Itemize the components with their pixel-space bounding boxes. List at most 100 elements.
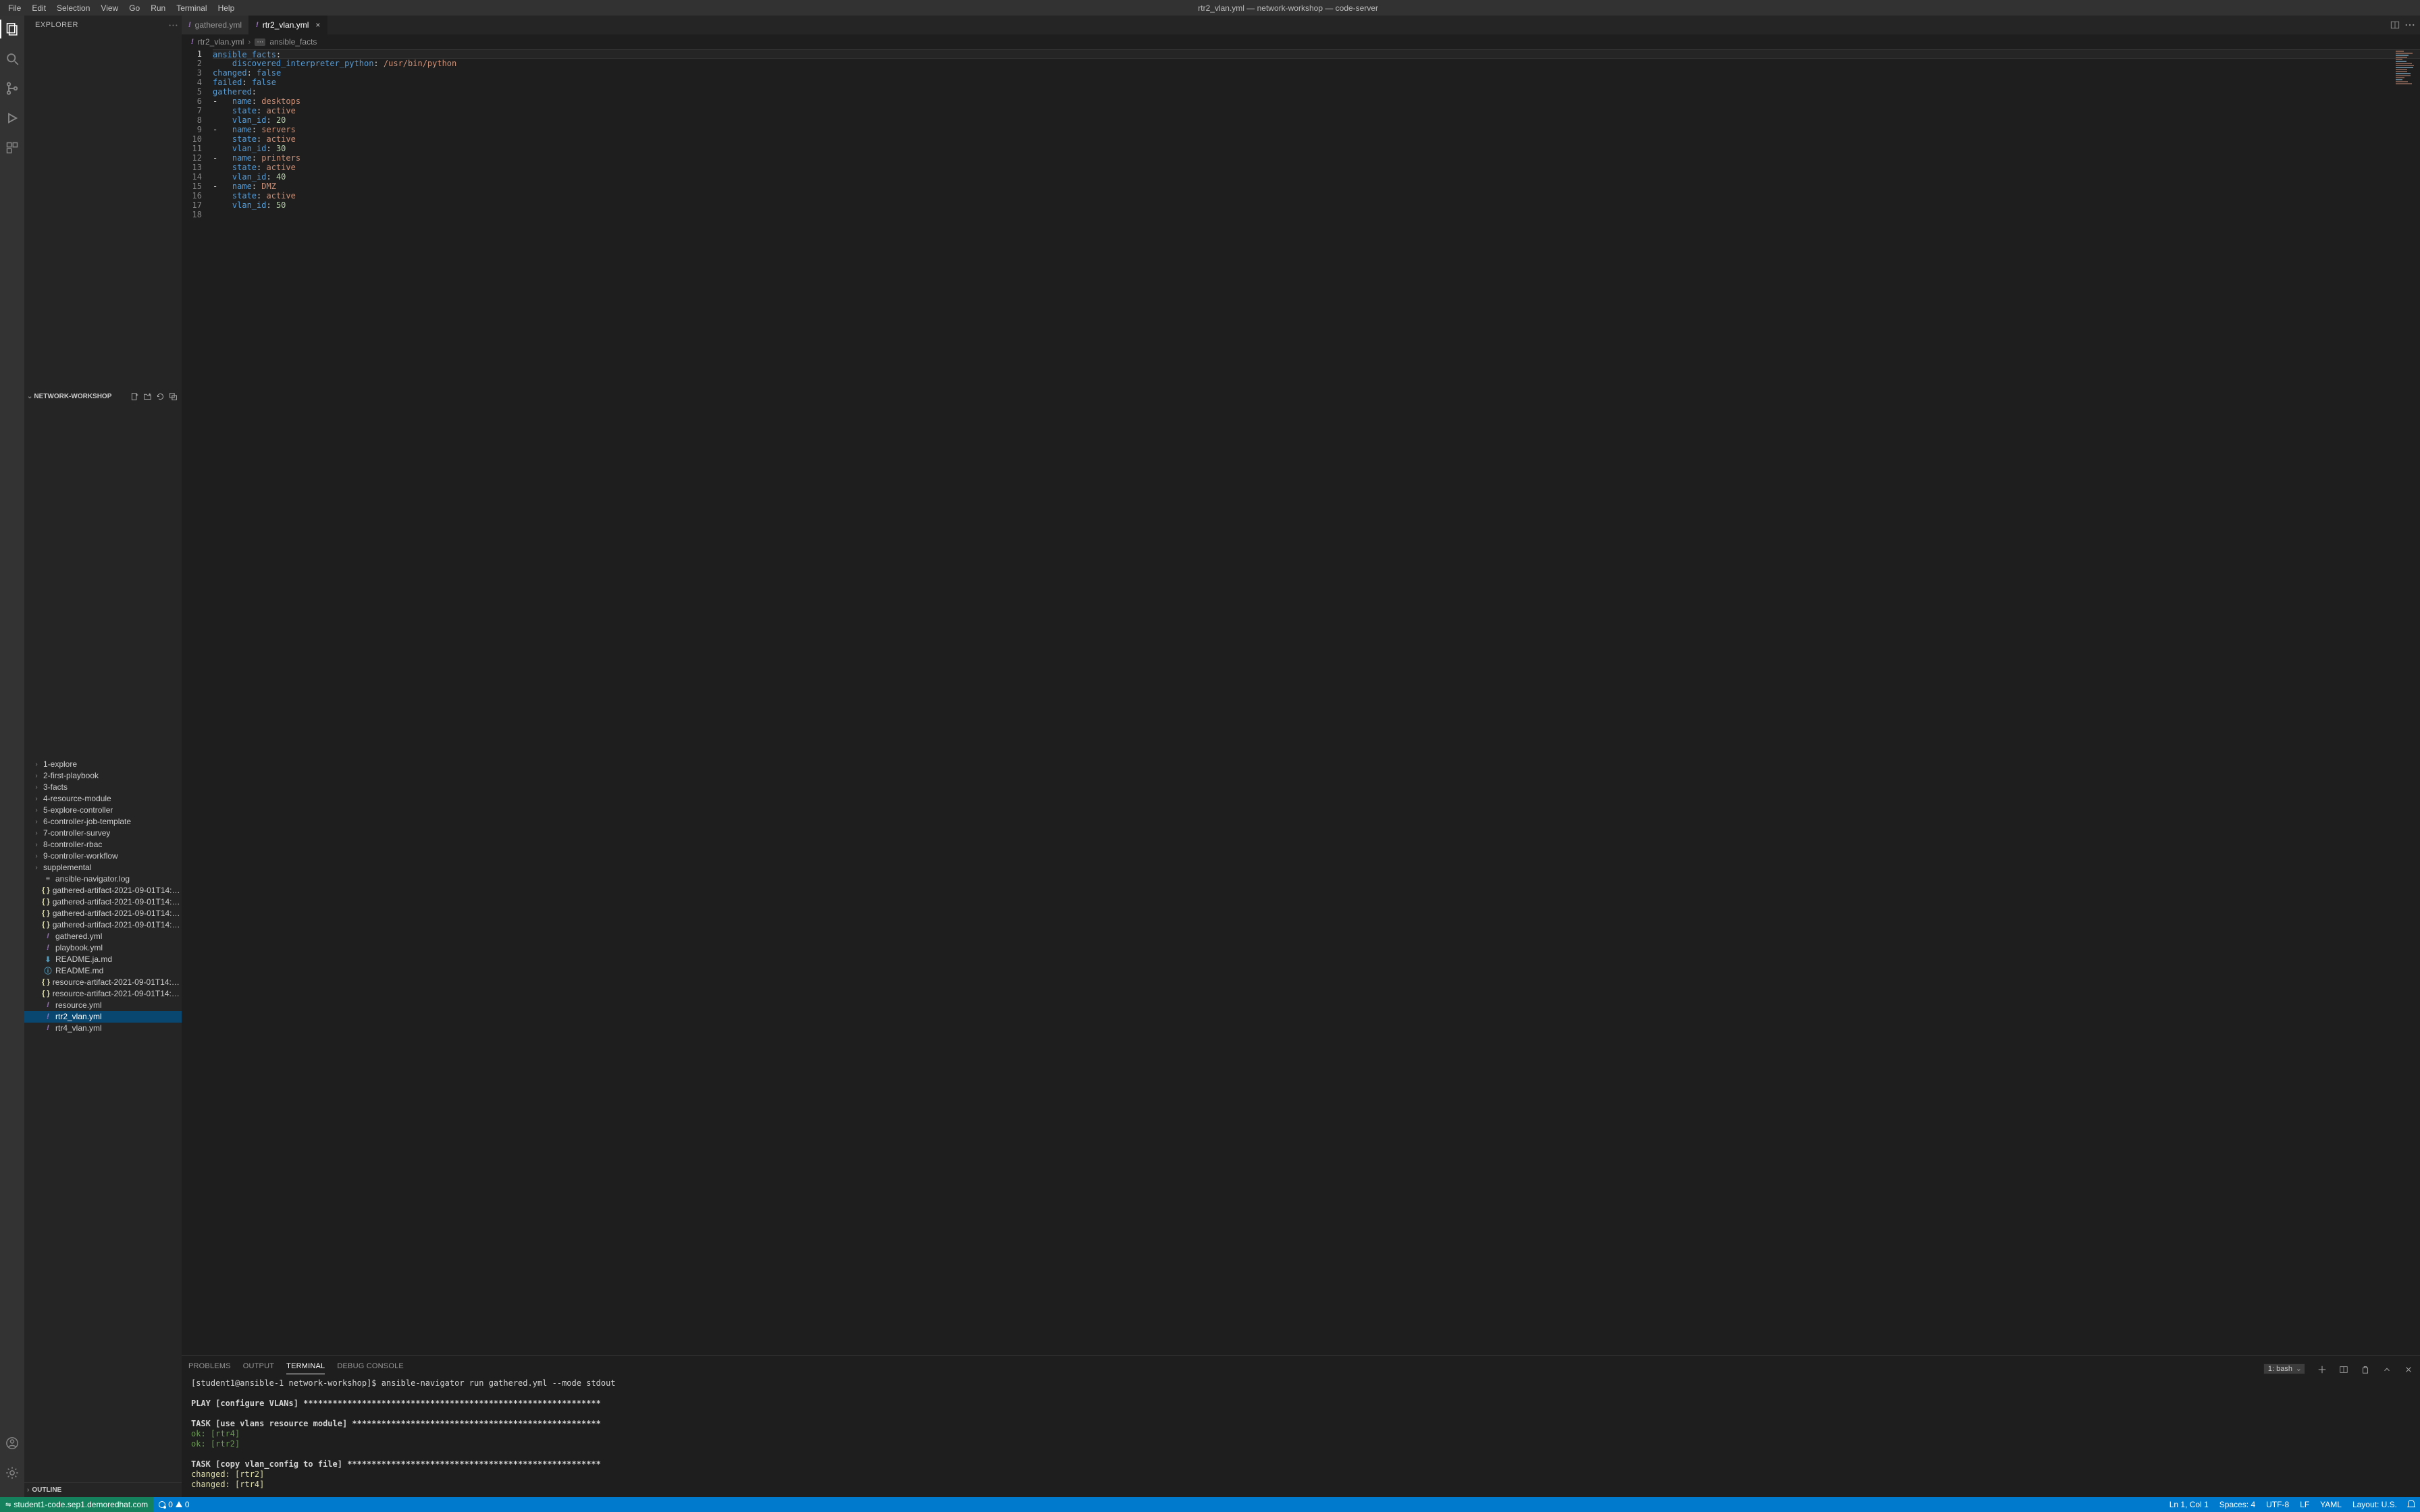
term-play: PLAY [configure VLANs] *****************… — [191, 1399, 2411, 1409]
kill-terminal-icon[interactable] — [2361, 1365, 2370, 1374]
folder-item[interactable]: ›2-first-playbook — [24, 770, 182, 782]
layout-button[interactable]: Layout: U.S. — [2347, 1500, 2402, 1509]
problems-button[interactable]: 0 0 — [153, 1497, 194, 1512]
menu-view[interactable]: View — [95, 3, 124, 13]
folder-item[interactable]: ›4-resource-module — [24, 793, 182, 805]
encoding-button[interactable]: UTF-8 — [2261, 1500, 2294, 1509]
folder-item[interactable]: ›supplemental — [24, 862, 182, 873]
explorer-icon[interactable] — [5, 22, 19, 36]
outline-title: OUTLINE — [32, 1486, 61, 1494]
file-item[interactable]: ≡ansible-navigator.log — [24, 873, 182, 885]
menu-run[interactable]: Run — [145, 3, 171, 13]
close-icon[interactable]: × — [313, 20, 320, 30]
new-folder-icon[interactable] — [143, 392, 152, 401]
file-item[interactable]: !rtr2_vlan.yml — [24, 1011, 182, 1023]
collapse-icon[interactable] — [169, 392, 178, 401]
debug-icon[interactable] — [5, 111, 19, 125]
breadcrumbs[interactable]: ! rtr2_vlan.yml › ⋯ ansible_facts — [182, 34, 2420, 49]
folder-section-header[interactable]: ⌄ NETWORK-WORKSHOP — [24, 34, 182, 759]
terminal[interactable]: [student1@ansible-1 network-workshop]$ a… — [182, 1374, 2420, 1497]
code-editor[interactable]: 123456789101112131415161718 ansible_fact… — [182, 49, 2420, 1355]
gear-icon[interactable] — [5, 1466, 19, 1480]
panel-tab-problems[interactable]: PROBLEMS — [188, 1362, 231, 1374]
editor-tabs: !gathered.yml!rtr2_vlan.yml× — [182, 16, 2420, 34]
menu-terminal[interactable]: Terminal — [171, 3, 212, 13]
menubar: FileEditSelectionViewGoRunTerminalHelp r… — [0, 0, 2420, 16]
indent-button[interactable]: Spaces: 4 — [2214, 1500, 2261, 1509]
file-item[interactable]: { }resource-artifact-2021-09-01T14:03:39… — [24, 977, 182, 988]
folder-item[interactable]: ›5-explore-controller — [24, 805, 182, 816]
split-terminal-icon[interactable] — [2339, 1365, 2348, 1374]
remote-icon: ⇋ — [5, 1501, 11, 1509]
folder-item[interactable]: ›1-explore — [24, 759, 182, 770]
editor-tab[interactable]: !gathered.yml — [182, 16, 249, 34]
explorer-title: EXPLORER — [35, 21, 78, 29]
json-file-icon: { } — [42, 909, 50, 917]
file-item[interactable]: { }gathered-artifact-2021-09-01T14:28:28… — [24, 885, 182, 896]
file-item[interactable]: ⓘREADME.md — [24, 965, 182, 977]
file-item[interactable]: !gathered.yml — [24, 931, 182, 942]
file-item[interactable]: !resource.yml — [24, 1000, 182, 1011]
menu-go[interactable]: Go — [124, 3, 145, 13]
editor-tab[interactable]: !rtr2_vlan.yml× — [249, 16, 327, 34]
notifications-button[interactable] — [2402, 1500, 2420, 1507]
extensions-icon[interactable] — [5, 141, 19, 155]
new-file-icon[interactable] — [130, 392, 139, 401]
file-item[interactable]: { }gathered-artifact-2021-09-01T14:30:09… — [24, 919, 182, 931]
scm-icon[interactable] — [5, 82, 19, 95]
panel-maximize-icon[interactable] — [2382, 1365, 2392, 1374]
folder-item[interactable]: ›6-controller-job-template — [24, 816, 182, 828]
yaml-file-icon: ! — [191, 38, 194, 46]
term-changed: changed: [rtr2] — [191, 1469, 2411, 1480]
panel-tab-debug-console[interactable]: DEBUG CONSOLE — [337, 1362, 404, 1374]
folder-item[interactable]: ›9-controller-workflow — [24, 850, 182, 862]
new-terminal-icon[interactable] — [2317, 1365, 2327, 1374]
more-icon[interactable] — [2405, 20, 2415, 30]
remote-host-button[interactable]: ⇋ student1-code.sep1.demoredhat.com — [0, 1497, 153, 1512]
menu-selection[interactable]: Selection — [51, 3, 95, 13]
split-editor-icon[interactable] — [2390, 20, 2400, 30]
panel-close-icon[interactable] — [2404, 1365, 2413, 1374]
outline-section-header[interactable]: › OUTLINE — [24, 1482, 182, 1497]
file-item[interactable]: !playbook.yml — [24, 942, 182, 954]
json-file-icon: { } — [42, 990, 50, 998]
folder-item[interactable]: ›3-facts — [24, 782, 182, 793]
chevron-right-icon: › — [32, 772, 41, 780]
term-ok: ok: [rtr2] — [191, 1439, 2411, 1449]
yaml-file-icon: ! — [43, 944, 53, 952]
minimap[interactable] — [2396, 51, 2420, 85]
file-item[interactable]: { }gathered-artifact-2021-09-01T14:28:50… — [24, 896, 182, 908]
folder-item[interactable]: ›7-controller-survey — [24, 828, 182, 839]
panel-tab-terminal[interactable]: TERMINAL — [286, 1362, 325, 1374]
file-item[interactable]: { }resource-artifact-2021-09-01T14:04:02… — [24, 988, 182, 1000]
file-item[interactable]: !rtr4_vlan.yml — [24, 1023, 182, 1034]
chevron-right-icon: › — [32, 795, 41, 803]
account-icon[interactable] — [5, 1436, 19, 1450]
status-bar: ⇋ student1-code.sep1.demoredhat.com 0 0 … — [0, 1497, 2420, 1512]
breadcrumb-symbol: ansible_facts — [269, 37, 317, 47]
menu-help[interactable]: Help — [213, 3, 240, 13]
yaml-file-icon: ! — [256, 21, 259, 29]
eol-button[interactable]: LF — [2294, 1500, 2315, 1509]
cursor-position-button[interactable]: Ln 1, Col 1 — [2164, 1500, 2214, 1509]
yaml-file-icon: ! — [188, 21, 191, 29]
menu-file[interactable]: File — [3, 3, 26, 13]
menu-edit[interactable]: Edit — [26, 3, 51, 13]
chevron-right-icon: › — [32, 853, 41, 860]
language-button[interactable]: YAML — [2315, 1500, 2347, 1509]
json-file-icon: { } — [42, 921, 50, 929]
window-title: rtr2_vlan.yml — network-workshop — code-… — [240, 3, 2336, 13]
chevron-right-icon: › — [32, 830, 41, 837]
activity-bar — [0, 16, 24, 1497]
more-icon[interactable] — [169, 21, 178, 30]
panel-tab-output[interactable]: OUTPUT — [243, 1362, 274, 1374]
error-icon — [159, 1501, 165, 1508]
folder-item[interactable]: ›8-controller-rbac — [24, 839, 182, 850]
refresh-icon[interactable] — [156, 392, 165, 401]
search-icon[interactable] — [5, 52, 19, 65]
file-item[interactable]: { }gathered-artifact-2021-09-01T14:29:19… — [24, 908, 182, 919]
remote-host: student1-code.sep1.demoredhat.com — [14, 1500, 148, 1509]
terminal-picker[interactable]: 1: bash — [2263, 1364, 2305, 1374]
file-item[interactable]: ⬇README.ja.md — [24, 954, 182, 965]
json-file-icon: { } — [42, 978, 50, 986]
